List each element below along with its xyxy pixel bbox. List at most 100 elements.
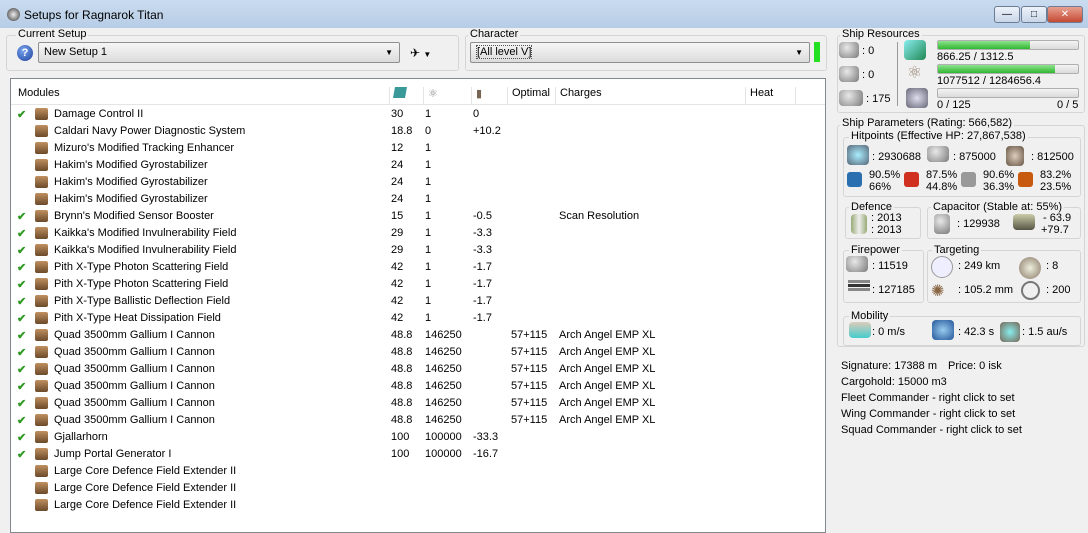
kinetic-resist-icon — [961, 172, 976, 187]
cpu-icon — [393, 87, 407, 98]
cargohold: Cargohold: 15000 m3 — [841, 376, 947, 388]
module-capacitor: -1.7 — [473, 295, 492, 307]
module-row[interactable]: ✔ Quad 3500mm Gallium I Cannon 48.8 146250 5… — [11, 412, 811, 429]
active-check-icon[interactable]: ✔ — [17, 108, 26, 121]
capacitor-usage: - 63.9 — [1043, 212, 1072, 224]
module-row[interactable]: ✔ Quad 3500mm Gallium I Cannon 48.8 146250 5… — [11, 327, 811, 344]
active-check-icon[interactable]: ✔ — [17, 397, 26, 410]
module-powergrid: 1 — [425, 227, 432, 239]
thermal-shield-resist: 87.5% — [926, 169, 958, 181]
active-check-icon[interactable]: ✔ — [17, 227, 26, 240]
drone-bay-icon — [906, 88, 928, 108]
modules-list[interactable]: Modules ⚛ ▮ Optimal Charges Heat ✔ Damage… — [10, 78, 826, 533]
character-select[interactable]: [All level V] ▼ — [470, 42, 810, 63]
firepower-label: Firepower — [849, 244, 902, 256]
column-charges[interactable]: Charges — [555, 87, 745, 105]
active-check-icon[interactable]: ✔ — [17, 329, 26, 342]
module-cpu: 29 — [391, 227, 404, 239]
module-capacitor: +10.2 — [473, 125, 501, 137]
active-check-icon[interactable]: ✔ — [17, 363, 26, 376]
armor-icon — [927, 146, 949, 162]
module-row[interactable]: ✔ Quad 3500mm Gallium I Cannon 48.8 146250 5… — [11, 344, 811, 361]
module-row[interactable]: Hakim's Modified Gyrostabilizer 24 1 — [11, 174, 811, 191]
module-powergrid: 0 — [425, 125, 432, 137]
maximize-button[interactable]: □ — [1021, 6, 1047, 23]
module-cpu: 12 — [391, 142, 404, 154]
sensor-strength: : 200 — [1046, 284, 1071, 296]
ship-tools-dropdown[interactable]: ✈ ▼ — [410, 46, 431, 60]
module-icon — [35, 312, 48, 324]
scan-resolution: : 105.2 mm — [958, 284, 1014, 296]
module-row[interactable]: Caldari Navy Power Diagnostic System 18.8… — [11, 123, 811, 140]
column-capacitor[interactable]: ▮ — [471, 87, 507, 105]
volley-icon — [848, 284, 870, 287]
module-row[interactable]: ✔ Damage Control II 30 1 0 — [11, 106, 811, 123]
close-button[interactable]: ✕ — [1047, 6, 1083, 23]
module-row[interactable]: ✔ Pith X-Type Heat Dissipation Field 42 1 -1… — [11, 310, 811, 327]
module-row[interactable]: ✔ Kaikka's Modified Invulnerability Field… — [11, 225, 811, 242]
max-targets-icon — [1019, 257, 1041, 279]
firepower-volley: : 127185 — [872, 284, 915, 296]
module-icon — [35, 244, 48, 256]
active-check-icon[interactable]: ✔ — [17, 244, 26, 257]
module-row[interactable]: ✔ Pith X-Type Ballistic Deflection Field 4… — [11, 293, 811, 310]
module-row[interactable]: Hakim's Modified Gyrostabilizer 24 1 — [11, 191, 811, 208]
module-row[interactable]: ✔ Quad 3500mm Gallium I Cannon 48.8 146250 5… — [11, 395, 811, 412]
list-header: Modules ⚛ ▮ Optimal Charges Heat — [11, 83, 825, 105]
column-cpu[interactable] — [389, 87, 423, 105]
app-icon — [7, 8, 20, 21]
setup-select[interactable]: New Setup 1 ▼ — [38, 42, 400, 63]
powergrid-value: 1077512 / 1284656.4 — [937, 75, 1041, 87]
active-check-icon[interactable]: ✔ — [17, 261, 26, 274]
active-check-icon[interactable]: ✔ — [17, 448, 26, 461]
module-cpu: 24 — [391, 176, 404, 188]
column-powergrid[interactable]: ⚛ — [423, 87, 471, 105]
active-check-icon[interactable]: ✔ — [17, 312, 26, 325]
active-check-icon[interactable]: ✔ — [17, 346, 26, 359]
sensor-strength-icon — [1021, 281, 1040, 300]
module-optimal: 57+115 — [511, 414, 548, 426]
module-cpu: 29 — [391, 244, 404, 256]
defence-icon — [851, 214, 867, 234]
module-name: Quad 3500mm Gallium I Cannon — [54, 397, 215, 409]
drone-count-value: 0 / 5 — [1057, 99, 1079, 111]
module-charges: Arch Angel EMP XL — [559, 363, 656, 375]
module-cpu: 24 — [391, 159, 404, 171]
module-powergrid: 146250 — [425, 363, 462, 375]
active-check-icon[interactable]: ✔ — [17, 278, 26, 291]
module-row[interactable]: Large Core Defence Field Extender II — [11, 480, 811, 497]
module-row[interactable]: ✔ Quad 3500mm Gallium I Cannon 48.8 146250 5… — [11, 378, 811, 395]
help-icon[interactable]: ? — [17, 45, 33, 61]
module-row[interactable]: Hakim's Modified Gyrostabilizer 24 1 — [11, 157, 811, 174]
column-modules[interactable]: Modules — [11, 87, 389, 105]
module-row[interactable]: Mizuro's Modified Tracking Enhancer 12 1 — [11, 140, 811, 157]
column-optimal[interactable]: Optimal — [507, 87, 555, 105]
module-row[interactable]: Large Core Defence Field Extender II — [11, 497, 811, 514]
module-row[interactable]: ✔ Brynn's Modified Sensor Booster 15 1 -0.5 S… — [11, 208, 811, 225]
active-check-icon[interactable]: ✔ — [17, 414, 26, 427]
module-row[interactable]: ✔ Pith X-Type Photon Scattering Field 42 1 -… — [11, 259, 811, 276]
module-row[interactable]: ✔ Quad 3500mm Gallium I Cannon 48.8 146250 5… — [11, 361, 811, 378]
module-optimal: 57+115 — [511, 329, 548, 341]
module-name: Jump Portal Generator I — [54, 448, 172, 460]
active-check-icon[interactable]: ✔ — [17, 380, 26, 393]
active-check-icon[interactable]: ✔ — [17, 295, 26, 308]
module-capacitor: -1.7 — [473, 278, 492, 290]
module-icon — [35, 397, 48, 409]
minimize-button[interactable]: — — [994, 6, 1020, 23]
module-row[interactable]: ✔ Gjallarhorn 100 100000 -33.3 — [11, 429, 811, 446]
module-capacitor: -1.7 — [473, 312, 492, 324]
active-check-icon[interactable]: ✔ — [17, 210, 26, 223]
module-row[interactable]: ✔ Jump Portal Generator I 100 100000 -16.7 — [11, 446, 811, 463]
wing-commander[interactable]: Wing Commander - right click to set — [841, 408, 1015, 420]
module-row[interactable]: ✔ Pith X-Type Photon Scattering Field 42 1 -… — [11, 276, 811, 293]
module-name: Hakim's Modified Gyrostabilizer — [54, 176, 208, 188]
module-row[interactable]: ✔ Kaikka's Modified Invulnerability Field… — [11, 242, 811, 259]
module-capacitor: -1.7 — [473, 261, 492, 273]
module-icon — [35, 448, 48, 460]
squad-commander[interactable]: Squad Commander - right click to set — [841, 424, 1022, 436]
fleet-commander[interactable]: Fleet Commander - right click to set — [841, 392, 1015, 404]
column-heat[interactable]: Heat — [745, 87, 795, 105]
active-check-icon[interactable]: ✔ — [17, 431, 26, 444]
module-row[interactable]: Large Core Defence Field Extender II — [11, 463, 811, 480]
